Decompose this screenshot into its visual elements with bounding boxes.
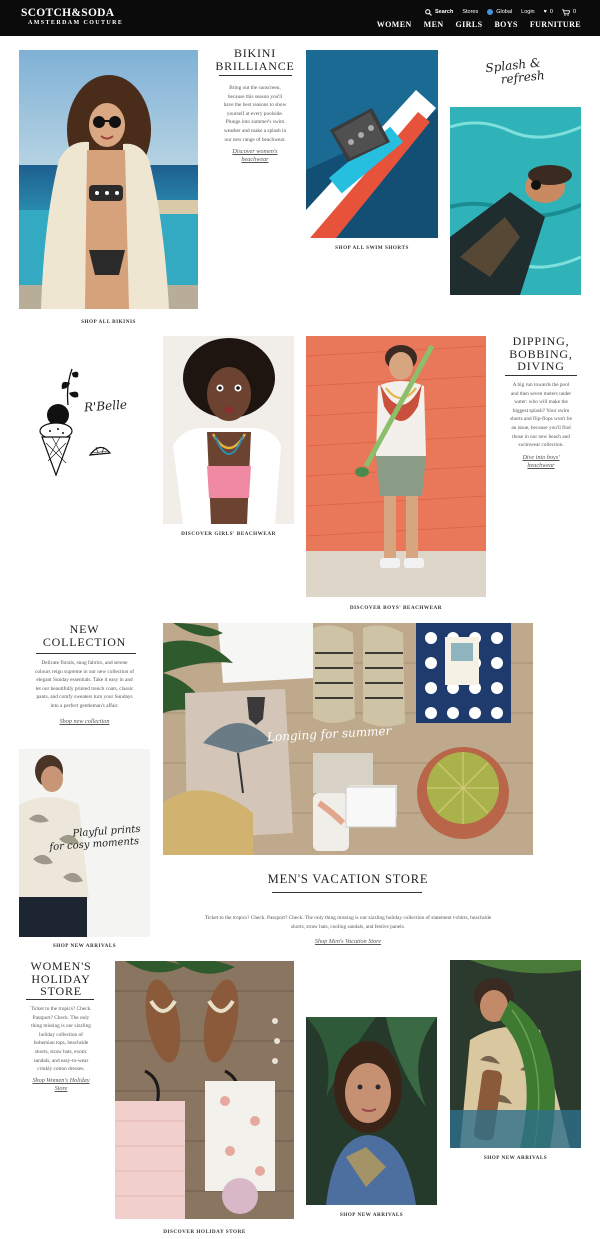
discover-girls-beachwear-link[interactable]: DISCOVER GIRLS' BEACHWEAR xyxy=(163,531,294,537)
nav-boys[interactable]: BOYS xyxy=(494,20,517,29)
diving-board-image xyxy=(306,50,438,238)
region-selector[interactable]: Global xyxy=(487,9,512,15)
splash-refresh-script: Splash & refresh xyxy=(484,55,546,87)
longing-for-summer-photo[interactable]: Longing for summer xyxy=(163,623,533,855)
heading-divider xyxy=(36,653,136,654)
search-label: Search xyxy=(434,9,454,15)
logo-tagline: AMSTERDAM COUTURE xyxy=(28,20,124,26)
man-tropical-leaves-image xyxy=(450,960,581,1148)
dive-into-boys-beachwear-link[interactable]: Dive into boys' beachwear xyxy=(502,454,580,471)
new-collection-heading: NEW COLLECTION xyxy=(42,622,127,649)
rbelle-script: R'Belle xyxy=(83,397,128,415)
mens-vacation-store-heading: MEN'S VACATION STORE xyxy=(267,872,429,886)
utility-links: Search Stores Global Login ♥ 0 0 xyxy=(425,7,576,17)
discover-boys-beachwear-link[interactable]: DISCOVER BOYS' BEACHWEAR xyxy=(306,605,486,611)
wishlist-count: 0 xyxy=(549,9,553,15)
shop-new-arrivals-link[interactable]: SHOP NEW ARRIVALS xyxy=(306,1212,437,1218)
dipping-bobbing-diving-heading: DIPPING, BOBBING, DIVING xyxy=(509,334,573,374)
search-icon xyxy=(425,8,432,16)
shop-new-collection-link[interactable]: Shop new collection xyxy=(22,718,147,726)
boy-beachwear-image xyxy=(306,336,486,597)
shop-new-arrivals-link[interactable]: SHOP NEW ARRIVALS xyxy=(19,943,150,949)
bikini-model-image xyxy=(19,50,198,309)
nav-men[interactable]: MEN xyxy=(424,20,444,29)
girl-beachwear-image xyxy=(163,336,294,524)
womens-holiday-store-heading: WOMEN'S HOLIDAY STORE xyxy=(30,959,92,999)
region-label: Global xyxy=(496,9,513,15)
woman-portrait-photo[interactable] xyxy=(306,1017,437,1205)
boy-beachwear-photo[interactable] xyxy=(306,336,486,597)
cart-link[interactable]: 0 xyxy=(561,8,576,16)
heading-divider xyxy=(505,375,577,376)
girl-beachwear-photo[interactable] xyxy=(163,336,294,524)
dipping-bobbing-diving-text: A big run towards the pool and then seve… xyxy=(510,382,572,449)
heading-divider xyxy=(26,999,94,1000)
swimmer-photo[interactable] xyxy=(450,107,581,295)
bikini-model-photo[interactable] xyxy=(19,50,198,309)
bikini-brilliance-heading: BIKINI BRILLIANCE xyxy=(215,46,295,73)
rbelle-illustration: R'Belle xyxy=(28,365,140,480)
wishlist-link[interactable]: ♥ 0 xyxy=(544,9,553,15)
swimmer-image xyxy=(450,107,581,295)
globe-icon xyxy=(487,9,494,15)
shop-all-swim-shorts-link[interactable]: SHOP ALL SWIM SHORTS xyxy=(306,245,438,251)
stores-link[interactable]: Stores xyxy=(462,9,478,15)
cart-icon xyxy=(561,8,570,16)
discover-holiday-store-link[interactable]: DISCOVER HOLIDAY STORE xyxy=(115,1229,294,1235)
nav-furniture[interactable]: FURNITURE xyxy=(530,20,581,29)
heading-divider xyxy=(219,75,292,76)
new-collection-text: Delicate florals, snug fabrics, and sere… xyxy=(35,660,134,709)
logo-wordmark: SCOTCH&SODA xyxy=(21,7,115,19)
shop-all-bikinis-link[interactable]: SHOP ALL BIKINIS xyxy=(19,319,198,325)
diving-board-photo[interactable] xyxy=(306,50,438,238)
shop-womens-holiday-store-link[interactable]: Shop Women's Holiday Store xyxy=(22,1077,100,1094)
sandals-flatlay-photo[interactable] xyxy=(115,961,294,1219)
woman-portrait-image xyxy=(306,1017,437,1205)
shop-mens-vacation-store-link[interactable]: Shop Men's Vacation Store xyxy=(163,938,533,946)
search-link[interactable]: Search xyxy=(425,8,454,16)
nav-women[interactable]: WOMEN xyxy=(377,20,412,29)
sandals-flatlay-image xyxy=(115,961,294,1219)
nav-girls[interactable]: GIRLS xyxy=(456,20,483,29)
bikini-brilliance-text: Bring out the sunscreen, because this se… xyxy=(223,85,287,143)
womens-holiday-text: Ticket to the tropics? Check. Passport? … xyxy=(30,1006,92,1073)
cart-count: 0 xyxy=(572,9,576,15)
shop-new-arrivals-link[interactable]: SHOP NEW ARRIVALS xyxy=(450,1155,581,1161)
mens-sweater-photo[interactable]: Playful prints for cosy moments xyxy=(19,749,150,937)
login-link[interactable]: Login xyxy=(521,9,534,15)
heading-divider xyxy=(272,892,422,893)
discover-womens-beachwear-link[interactable]: Discover women's beachwear xyxy=(212,148,298,165)
mens-vacation-text: Ticket to the tropics? Check. Passport? … xyxy=(204,915,492,930)
heart-icon: ♥ xyxy=(543,9,547,15)
main-navigation: WOMEN MEN GIRLS BOYS FURNITURE xyxy=(377,20,581,29)
ice-cream-illustration xyxy=(39,368,112,477)
top-navigation-bar: SCOTCH&SODA AMSTERDAM COUTURE Search Sto… xyxy=(0,0,600,36)
man-tropical-leaves-photo[interactable] xyxy=(450,960,581,1148)
brand-logo[interactable]: SCOTCH&SODA AMSTERDAM COUTURE xyxy=(21,7,124,28)
